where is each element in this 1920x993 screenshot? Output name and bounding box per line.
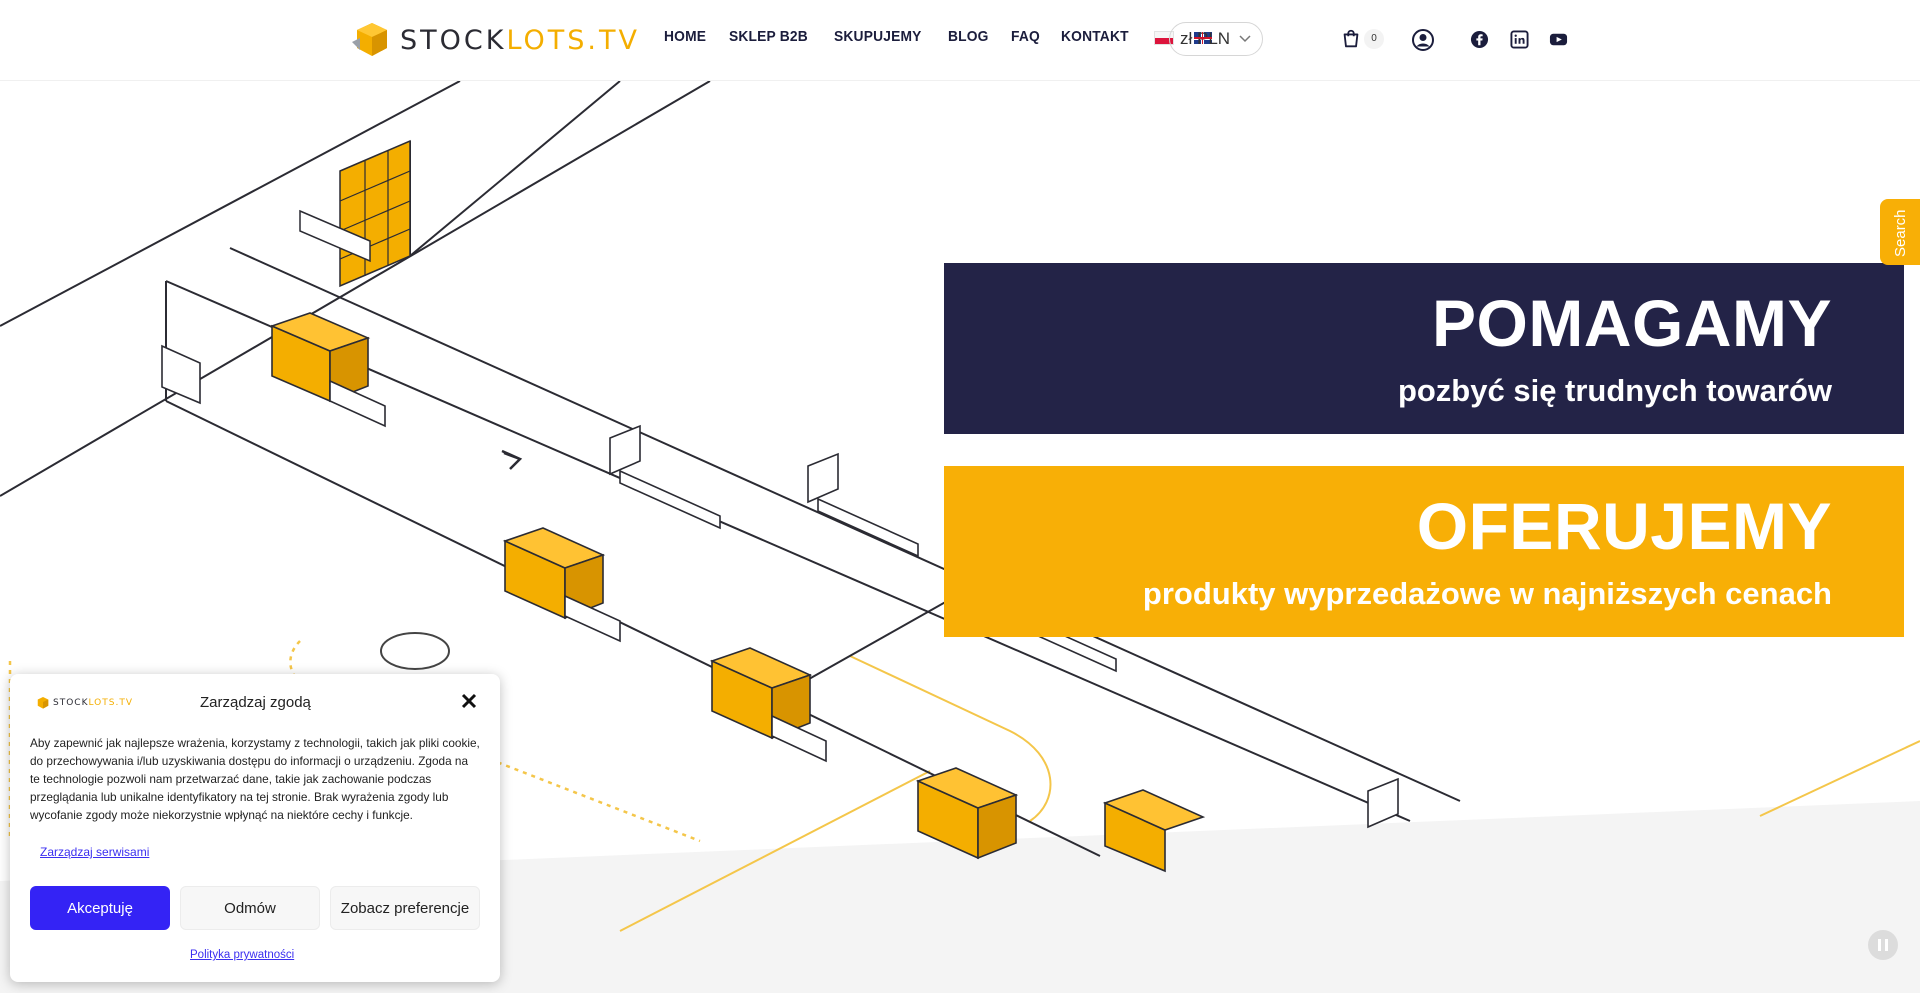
youtube-icon[interactable] bbox=[1549, 30, 1568, 49]
nav-kontakt[interactable]: KONTAKT bbox=[1061, 28, 1129, 45]
banner-oferujemy-title: OFERUJEMY bbox=[1416, 489, 1832, 563]
cookie-consent-dialog: STOCKLOTS.TV Zarządzaj zgodą Aby zapewni… bbox=[10, 674, 500, 982]
banner-pomagamy: POMAGAMY pozbyć się trudnych towarów bbox=[944, 263, 1904, 434]
facebook-icon[interactable] bbox=[1470, 30, 1489, 49]
search-tab[interactable]: Search bbox=[1880, 199, 1920, 265]
logo-box-icon bbox=[37, 697, 49, 709]
linkedin-icon[interactable] bbox=[1510, 30, 1529, 49]
manage-services-link[interactable]: Zarządzaj serwisami bbox=[40, 845, 149, 859]
logo-box-icon bbox=[352, 23, 387, 56]
nav-skupujemy[interactable]: SKUPUJEMY bbox=[834, 28, 922, 45]
nav-home[interactable]: HOME bbox=[664, 28, 706, 45]
consent-logo-text: STOCKLOTS.TV bbox=[53, 698, 133, 708]
main-nav: HOME SKLEP B2B SKUPUJEMY BLOG FAQ KONTAK… bbox=[664, 28, 1232, 45]
banner-pomagamy-subtitle: pozbyć się trudnych towarów bbox=[1397, 373, 1832, 408]
privacy-policy-link[interactable]: Polityka prywatności bbox=[190, 949, 294, 961]
site-logo[interactable]: STOCKLOTS.TV bbox=[352, 20, 640, 60]
site-header: STOCKLOTS.TV HOME SKLEP B2B SKUPUJEMY BL… bbox=[0, 0, 1920, 81]
logo-text: STOCKLOTS.TV bbox=[400, 24, 640, 56]
banner-oferujemy-subtitle: produkty wyprzedażowe w najniższych cena… bbox=[1142, 576, 1832, 611]
consent-logo: STOCKLOTS.TV bbox=[36, 696, 133, 710]
banner-pomagamy-title: POMAGAMY bbox=[1432, 286, 1832, 360]
accept-button[interactable]: Akceptuję bbox=[30, 886, 170, 930]
search-tab-label: Search bbox=[1892, 209, 1909, 257]
cart-count-badge: 0 bbox=[1364, 29, 1384, 49]
chevron-down-icon bbox=[1239, 35, 1251, 43]
currency-select[interactable]: zł PLN bbox=[1169, 22, 1263, 56]
banner-oferujemy: OFERUJEMY produkty wyprzedażowe w najniż… bbox=[944, 466, 1904, 637]
currency-value: zł PLN bbox=[1180, 29, 1231, 48]
user-icon[interactable] bbox=[1411, 28, 1435, 52]
nav-sklep-b2b[interactable]: SKLEP B2B bbox=[729, 28, 808, 45]
consent-body-text: Aby zapewnić jak najlepsze wrażenia, kor… bbox=[30, 736, 480, 822]
nav-blog[interactable]: BLOG bbox=[948, 28, 989, 45]
close-icon[interactable] bbox=[460, 692, 478, 710]
pause-icon[interactable] bbox=[1868, 930, 1898, 960]
preferences-button[interactable]: Zobacz preferencje bbox=[330, 886, 480, 930]
cart-icon[interactable] bbox=[1340, 28, 1362, 50]
nav-faq[interactable]: FAQ bbox=[1011, 28, 1040, 45]
consent-title: Zarządzaj zgodą bbox=[200, 694, 311, 711]
deny-button[interactable]: Odmów bbox=[180, 886, 320, 930]
